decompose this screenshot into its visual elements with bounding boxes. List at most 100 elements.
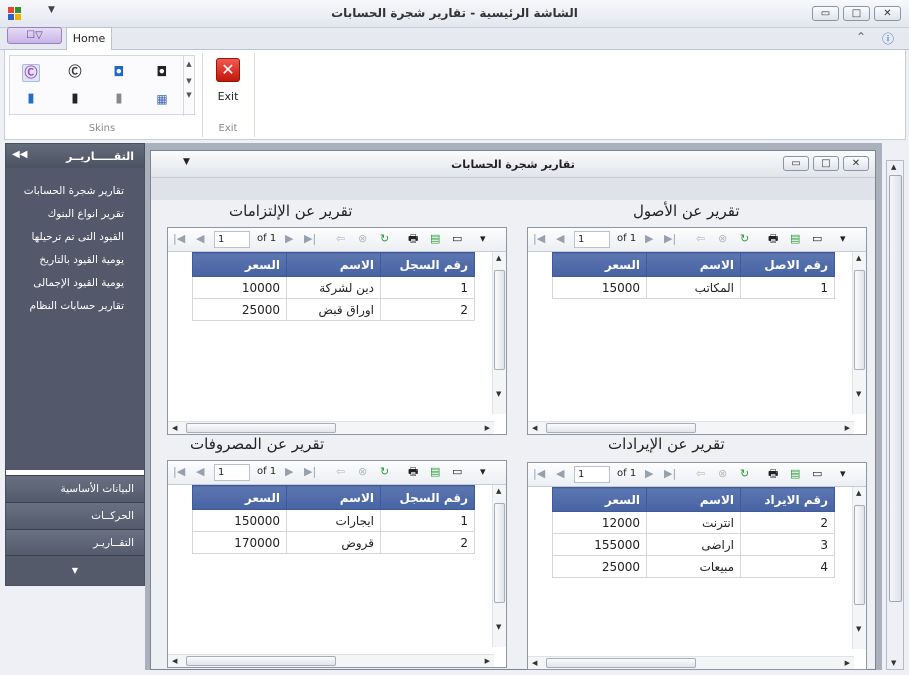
- skin-devexpress-style-icon[interactable]: ▦: [153, 90, 171, 108]
- table-row: 2 اوراق قبض 25000: [192, 298, 475, 321]
- revenues-report-title: تقرير عن الإيرادات: [608, 435, 725, 453]
- first-page-icon[interactable]: |◀: [533, 232, 545, 246]
- last-page-icon[interactable]: ▶|: [664, 232, 676, 246]
- skin-office-2019-black-icon[interactable]: ▮: [66, 90, 84, 108]
- page-number-input[interactable]: 1: [574, 231, 610, 248]
- column-header: السعر: [192, 252, 287, 277]
- report-vertical-scrollbar[interactable]: ▲ ▼: [492, 252, 506, 414]
- skin-office-2007-pink-icon[interactable]: Ⓒ: [22, 64, 40, 82]
- report-horizontal-scrollbar[interactable]: ◀ ▶: [168, 654, 494, 667]
- gallery-scroll[interactable]: ▲ ▼ ▼: [183, 56, 194, 116]
- report-vertical-scrollbar[interactable]: ▲ ▼: [492, 485, 506, 647]
- prev-page-icon[interactable]: ◀: [556, 467, 564, 481]
- last-page-icon[interactable]: ▶|: [304, 465, 316, 479]
- table-row: 4 مبيعات 25000: [552, 555, 835, 578]
- export-icon[interactable]: ▤: [430, 465, 440, 479]
- next-page-icon[interactable]: ▶: [285, 232, 293, 246]
- refresh-icon[interactable]: ↻: [740, 467, 749, 481]
- first-page-icon[interactable]: |◀: [173, 465, 185, 479]
- export-icon[interactable]: ▤: [790, 232, 800, 246]
- stop-icon[interactable]: ⊗: [718, 232, 727, 246]
- application-menu-button[interactable]: ☐▽: [7, 27, 62, 44]
- tab-home[interactable]: Home: [66, 27, 112, 50]
- report-horizontal-scrollbar[interactable]: ◀ ▶: [528, 656, 854, 669]
- table-cell: 12000: [552, 511, 647, 534]
- skin-office-2019-colorful-icon[interactable]: ▮: [22, 90, 40, 108]
- revenues-viewer-toolbar: |◀ ◀ ▶ ▶| ⇦ ⊗ ↻ 🖶 ▤ ▭ ▾ 1 of 1: [528, 463, 866, 487]
- last-page-icon[interactable]: ▶|: [664, 467, 676, 481]
- document-map-icon[interactable]: ▭: [452, 232, 462, 246]
- report-horizontal-scrollbar[interactable]: ◀ ▶: [168, 421, 494, 434]
- export-icon[interactable]: ▤: [430, 232, 440, 246]
- ribbon-tabs-row: [0, 28, 909, 50]
- collapse-nav-icon[interactable]: ◀◀: [12, 149, 27, 160]
- export-icon[interactable]: ▤: [790, 467, 800, 481]
- page-number-input[interactable]: 1: [574, 466, 610, 483]
- main-vertical-scrollbar[interactable]: ▲ ▼: [886, 160, 904, 670]
- print-icon[interactable]: 🖶: [408, 232, 418, 246]
- toolbar-overflow-icon[interactable]: ▾: [480, 232, 486, 246]
- close-button[interactable]: ✕: [874, 6, 901, 21]
- next-page-icon[interactable]: ▶: [645, 467, 653, 481]
- skin-office-2019-white-icon[interactable]: ▮: [110, 90, 128, 108]
- last-page-icon[interactable]: ▶|: [304, 232, 316, 246]
- toolbar-overflow-icon[interactable]: ▾: [480, 465, 486, 479]
- exit-button[interactable]: ✕ Exit: [213, 56, 243, 112]
- refresh-icon[interactable]: ↻: [740, 232, 749, 246]
- stop-icon[interactable]: ⊗: [358, 232, 367, 246]
- skin-office-2007-black-icon[interactable]: Ⓒ: [66, 64, 84, 82]
- scroll-up-icon[interactable]: ▲: [891, 163, 896, 171]
- nav-item-accounts-tree-reports[interactable]: تقارير شجرة الحسابات: [6, 180, 144, 203]
- prev-page-icon[interactable]: ◀: [556, 232, 564, 246]
- back-icon[interactable]: ⇦: [696, 232, 705, 246]
- report-horizontal-scrollbar[interactable]: ◀ ▶: [528, 421, 854, 434]
- document-map-icon[interactable]: ▭: [452, 465, 462, 479]
- first-page-icon[interactable]: |◀: [173, 232, 185, 246]
- stop-icon[interactable]: ⊗: [718, 467, 727, 481]
- nav-group-reports[interactable]: التقــاريـر: [6, 529, 144, 556]
- first-page-icon[interactable]: |◀: [533, 467, 545, 481]
- print-icon[interactable]: 🖶: [408, 465, 418, 479]
- scroll-down-icon[interactable]: ▼: [891, 659, 896, 667]
- toolbar-overflow-icon[interactable]: ▾: [840, 232, 846, 246]
- print-icon[interactable]: 🖶: [768, 467, 778, 481]
- nav-group-basic-data[interactable]: البيانات الأساسية: [6, 475, 144, 502]
- nav-item-journal-by-date[interactable]: يومية القيود بالتاريخ: [6, 249, 144, 272]
- minimize-button[interactable]: ▭: [812, 6, 839, 21]
- print-icon[interactable]: 🖶: [768, 232, 778, 246]
- refresh-icon[interactable]: ↻: [380, 465, 389, 479]
- child-minimize-button[interactable]: ▭: [783, 156, 809, 171]
- back-icon[interactable]: ⇦: [336, 232, 345, 246]
- document-map-icon[interactable]: ▭: [812, 232, 822, 246]
- next-page-icon[interactable]: ▶: [285, 465, 293, 479]
- prev-page-icon[interactable]: ◀: [196, 465, 204, 479]
- page-number-input[interactable]: 1: [214, 464, 250, 481]
- nav-item-journal-total[interactable]: يومية القيود الإجمالى: [6, 272, 144, 295]
- next-page-icon[interactable]: ▶: [645, 232, 653, 246]
- toolbar-overflow-icon[interactable]: ▾: [840, 467, 846, 481]
- refresh-icon[interactable]: ↻: [380, 232, 389, 246]
- nav-overflow-icon[interactable]: ▼: [6, 555, 144, 585]
- maximize-button[interactable]: □: [843, 6, 870, 21]
- info-icon[interactable]: ⓘ: [882, 30, 894, 47]
- child-close-button[interactable]: ✕: [843, 156, 869, 171]
- scroll-thumb[interactable]: [889, 175, 902, 602]
- skin-office-2016-black-icon[interactable]: ◘: [153, 64, 171, 82]
- back-icon[interactable]: ⇦: [696, 467, 705, 481]
- report-vertical-scrollbar[interactable]: ▲ ▼: [852, 487, 866, 649]
- table-cell: 2: [380, 531, 475, 554]
- document-map-icon[interactable]: ▭: [812, 467, 822, 481]
- stop-icon[interactable]: ⊗: [358, 465, 367, 479]
- prev-page-icon[interactable]: ◀: [196, 232, 204, 246]
- skin-office-2016-blue-icon[interactable]: ◘: [110, 64, 128, 82]
- nav-group-transactions[interactable]: الحركــات: [6, 502, 144, 529]
- report-vertical-scrollbar[interactable]: ▲ ▼: [852, 252, 866, 414]
- page-number-input[interactable]: 1: [214, 231, 250, 248]
- nav-item-bank-types-report[interactable]: تقرير انواع البنوك: [6, 203, 144, 226]
- assets-report-table: رقم الاصل الاسم السعر 1 المكاتب 15000: [528, 252, 835, 414]
- nav-item-system-accounts[interactable]: تقارير حسابات النظام: [6, 295, 144, 318]
- collapse-ribbon-icon[interactable]: ⌃: [856, 30, 866, 44]
- nav-item-posted-entries[interactable]: القيود التى تم ترحيلها: [6, 226, 144, 249]
- child-maximize-button[interactable]: □: [813, 156, 839, 171]
- back-icon[interactable]: ⇦: [336, 465, 345, 479]
